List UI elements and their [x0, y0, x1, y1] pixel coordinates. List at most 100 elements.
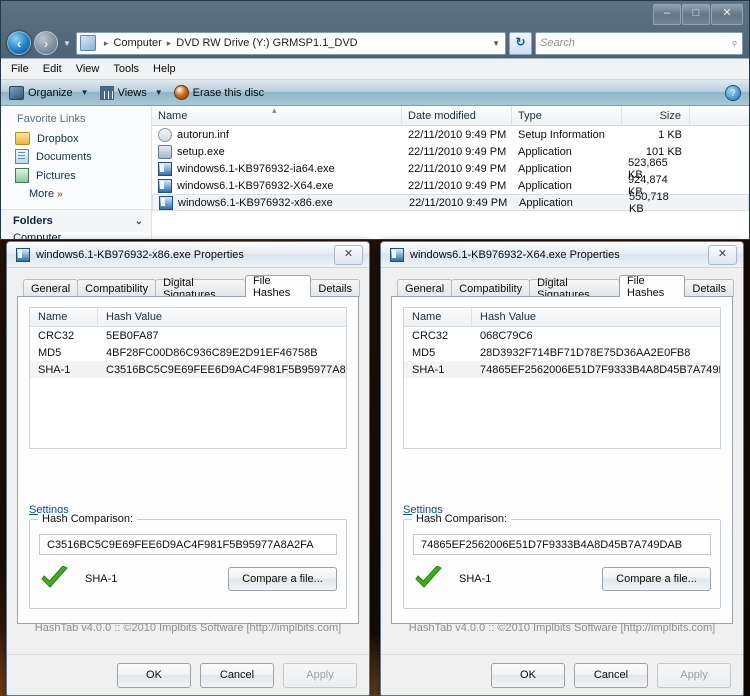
menu-item-help[interactable]: Help — [153, 63, 176, 75]
forward-button[interactable]: › — [34, 31, 58, 55]
erase-disc-button[interactable]: Erase this disc — [173, 85, 265, 100]
tab-general-x86[interactable]: General — [23, 279, 79, 297]
sidebar-item-dropbox[interactable]: Dropbox — [1, 130, 151, 147]
help-icon[interactable]: ? — [725, 84, 741, 101]
hash-comparison-input-x86[interactable]: C3516BC5C9E69FEE6D9AC4F981F5B95977A8A2FA — [39, 534, 337, 555]
hash-row-md5-x64[interactable]: MD5 28D3932F714BF71D78E75D36AA2E0FB8 — [404, 344, 720, 361]
apply-button-x64[interactable]: Apply — [657, 662, 731, 688]
sidebar-more-label: More — [29, 188, 55, 200]
dialog-titlebar-x86: windows6.1-KB976932-x86.exe Properties ✕ — [7, 242, 369, 268]
file-name: autorun.inf — [177, 128, 229, 141]
hash-row-md5-x86[interactable]: MD5 4BF28FC00D86C936C89E2D91EF46758B — [30, 344, 346, 361]
close-button[interactable]: ✕ — [711, 4, 743, 25]
folders-section-header[interactable]: Folders ⌄ — [1, 209, 151, 232]
column-header-name[interactable]: Name ▴ — [152, 105, 402, 125]
refresh-button[interactable]: ↻ — [509, 31, 532, 55]
hash-name: MD5 — [38, 346, 62, 359]
minimize-button[interactable]: – — [653, 4, 681, 25]
sidebar-item-pictures[interactable]: Pictures — [1, 166, 151, 185]
organize-label: Organize — [28, 86, 73, 99]
tab-file-hashes-x64[interactable]: File Hashes — [618, 275, 686, 299]
chevron-down-icon-views: ▼ — [154, 88, 163, 97]
hash-col-value-x86: Hash Value — [106, 311, 163, 323]
apply-button-x86[interactable]: Apply — [283, 662, 357, 688]
tab-compatibility-x86[interactable]: Compatibility — [77, 279, 157, 297]
dialog-footer-x86: OK Cancel Apply — [7, 654, 369, 695]
compare-a-file-button-x86[interactable]: Compare a file... — [228, 567, 337, 591]
hash-row-crc32-x86[interactable]: CRC32 5EB0FA87 — [30, 327, 346, 344]
hash-row-sha1-x64[interactable]: SHA-1 74865EF2562006E51D7F9333B4A8D45B7A… — [404, 361, 720, 378]
tab-details-x86[interactable]: Details — [310, 279, 360, 297]
sidebar-more-button[interactable]: More » — [1, 185, 151, 206]
breadcrumb-computer[interactable]: Computer — [113, 37, 161, 49]
column-header-size[interactable]: Size — [622, 106, 690, 125]
sidebar-item-label-dropbox: Dropbox — [37, 132, 79, 145]
hash-comparison-legend-x64: Hash Comparison: — [412, 513, 512, 525]
menu-item-file[interactable]: File — [11, 63, 29, 75]
hash-row-crc32-x64[interactable]: CRC32 068C79C6 — [404, 327, 720, 344]
exe-file-icon — [158, 161, 172, 176]
menu-item-tools[interactable]: Tools — [113, 63, 139, 75]
tab-strip-x64: General Compatibility Digital Signatures… — [391, 275, 734, 301]
checkmark-icon — [39, 566, 71, 592]
table-row[interactable]: autorun.inf 22/11/2010 9:49 PM Setup Inf… — [152, 126, 749, 143]
dialog-close-button-x86[interactable]: ✕ — [334, 245, 363, 265]
sidebar-item-label-documents: Documents — [36, 150, 92, 163]
menu-item-edit[interactable]: Edit — [43, 63, 62, 75]
column-header-date[interactable]: Date modified — [402, 106, 512, 125]
hash-value: 5EB0FA87 — [106, 329, 159, 342]
hash-row-sha1-x86[interactable]: SHA-1 C3516BC5C9E69FEE6D9AC4F981F5B95977… — [30, 361, 346, 378]
tab-general-x64[interactable]: General — [397, 279, 453, 297]
search-input[interactable]: Search — [540, 37, 575, 49]
file-hashes-panel-x64: Name Hash Value CRC32 068C79C6 MD5 28D39… — [391, 296, 733, 624]
sidebar-item-documents[interactable]: Documents — [1, 147, 151, 166]
dialog-body-x86: General Compatibility Digital Signatures… — [7, 268, 369, 696]
tab-digital-signatures-x64[interactable]: Digital Signatures — [529, 277, 620, 301]
views-button[interactable]: Views ▼ — [99, 85, 167, 100]
search-box[interactable]: Search ⌕ — [535, 31, 743, 55]
file-date: 22/11/2010 9:49 PM — [408, 162, 507, 175]
chevron-down-icon-folders: ⌄ — [134, 215, 143, 227]
table-row-selected[interactable]: windows6.1-KB976932-x86.exe 22/11/2010 9… — [152, 191, 749, 215]
cancel-button-x64[interactable]: Cancel — [574, 662, 648, 688]
address-dropdown-icon[interactable]: ▼ — [492, 39, 502, 48]
ok-button-x86[interactable]: OK — [117, 662, 191, 688]
breadcrumb-separator-1: ▸ — [103, 37, 109, 48]
exe-file-icon — [16, 247, 30, 262]
address-bar[interactable]: ▸ Computer ▸ DVD RW Drive (Y:) GRMSP1.1_… — [75, 31, 506, 55]
tab-compatibility-x64[interactable]: Compatibility — [451, 279, 531, 297]
maximize-button[interactable]: □ — [682, 4, 710, 25]
file-name: setup.exe — [177, 145, 225, 158]
hashtab-credit-x86: HashTab v4.0.0 :: ©2010 Implbits Softwar… — [34, 622, 342, 634]
hash-table-x64[interactable]: Name Hash Value CRC32 068C79C6 MD5 28D39… — [403, 307, 721, 449]
inf-file-icon — [158, 127, 172, 142]
tab-digital-signatures-x86[interactable]: Digital Signatures — [155, 277, 246, 301]
chevron-down-icon: ▼ — [80, 88, 89, 97]
hash-table-x86[interactable]: Name Hash Value CRC32 5EB0FA87 MD5 4BF28… — [29, 307, 347, 449]
folder-icon — [15, 132, 30, 145]
favorites-sidebar: Favorite Links Dropbox Documents Picture… — [1, 106, 152, 239]
breadcrumb-drive[interactable]: DVD RW Drive (Y:) GRMSP1.1_DVD — [176, 37, 357, 49]
compare-a-file-button-x64[interactable]: Compare a file... — [602, 567, 711, 591]
erase-disc-label: Erase this disc — [192, 86, 265, 99]
tab-details-x64[interactable]: Details — [684, 279, 734, 297]
organize-button[interactable]: Organize ▼ — [9, 85, 93, 100]
file-list: Name ▴ Date modified Type Size autorun.i… — [152, 105, 749, 239]
tab-file-hashes-x86[interactable]: File Hashes — [244, 275, 312, 299]
exe-file-icon — [390, 247, 404, 262]
hash-name: MD5 — [412, 346, 436, 359]
cancel-button-x86[interactable]: Cancel — [200, 662, 274, 688]
back-button[interactable]: ‹ — [7, 31, 31, 55]
ok-button-x64[interactable]: OK — [491, 662, 565, 688]
file-type: Application — [518, 145, 572, 158]
recent-pages-icon[interactable]: ▼ — [61, 39, 73, 48]
match-algorithm-label-x86: SHA-1 — [85, 573, 118, 585]
hash-comparison-input-x64[interactable]: 74865EF2562006E51D7F9333B4A8D45B7A749DAB — [413, 534, 711, 555]
breadcrumb-separator-2: ▸ — [166, 37, 172, 48]
menu-item-view[interactable]: View — [76, 63, 100, 75]
dialog-close-button-x64[interactable]: ✕ — [708, 245, 737, 265]
hash-value: 068C79C6 — [480, 329, 533, 342]
column-header-type[interactable]: Type — [512, 106, 622, 125]
folders-tree-peek[interactable]: Computer — [1, 232, 151, 239]
hash-comparison-result-x86: SHA-1 Compare a file... — [39, 564, 337, 594]
